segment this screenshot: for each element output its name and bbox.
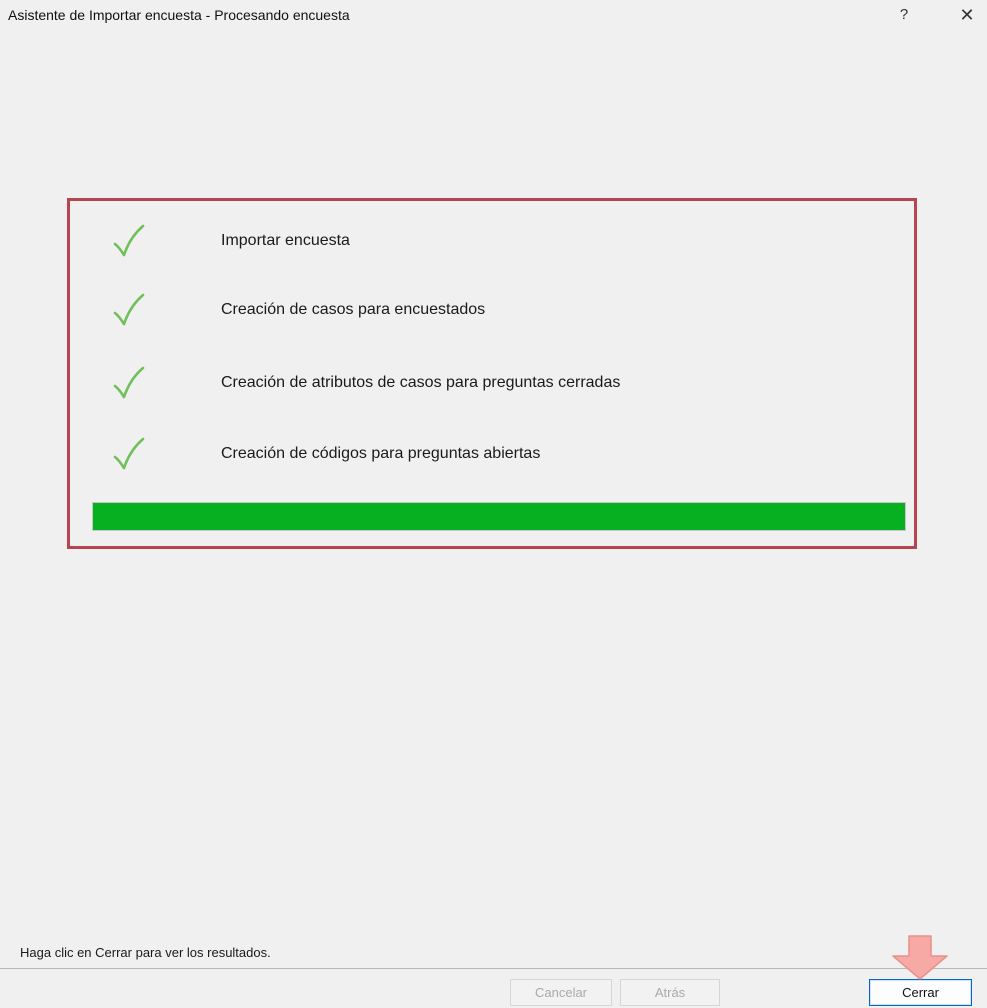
window-title: Asistente de Importar encuesta - Procesa…: [8, 7, 350, 23]
close-button[interactable]: Cerrar: [869, 979, 972, 1006]
footer-divider: [0, 968, 987, 969]
step-label: Creación de casos para encuestados: [221, 301, 486, 318]
title-bar: Asistente de Importar encuesta - Procesa…: [0, 0, 987, 32]
step-label: Creación de códigos para preguntas abier…: [221, 445, 541, 462]
step-create-case-attributes: Creación de atributos de casos para preg…: [110, 365, 890, 401]
step-import-survey: Importar encuesta: [110, 223, 890, 259]
checkmark-icon: [113, 224, 145, 257]
checkmark-icon: [113, 366, 145, 399]
status-message: Haga clic en Cerrar para ver los resulta…: [20, 945, 271, 960]
step-create-cases: Creación de casos para encuestados: [110, 292, 890, 328]
step-label: Creación de atributos de casos para preg…: [221, 374, 621, 391]
progress-fill: [93, 503, 905, 530]
step-label: Importar encuesta: [221, 232, 350, 249]
back-button[interactable]: Atrás: [620, 979, 720, 1006]
checkmark-icon: [113, 437, 145, 470]
import-survey-wizard-window: Asistente de Importar encuesta - Procesa…: [0, 0, 987, 1008]
checkmark-icon: [113, 293, 145, 326]
close-window-button[interactable]: ✕: [953, 4, 981, 26]
processing-steps-panel: Importar encuesta Creación de casos para…: [67, 198, 917, 549]
cancel-button[interactable]: Cancelar: [510, 979, 612, 1006]
step-create-codes: Creación de códigos para preguntas abier…: [110, 436, 890, 472]
progress-bar: [92, 502, 906, 531]
help-button[interactable]: ?: [890, 4, 918, 26]
down-arrow-icon: [892, 935, 948, 980]
